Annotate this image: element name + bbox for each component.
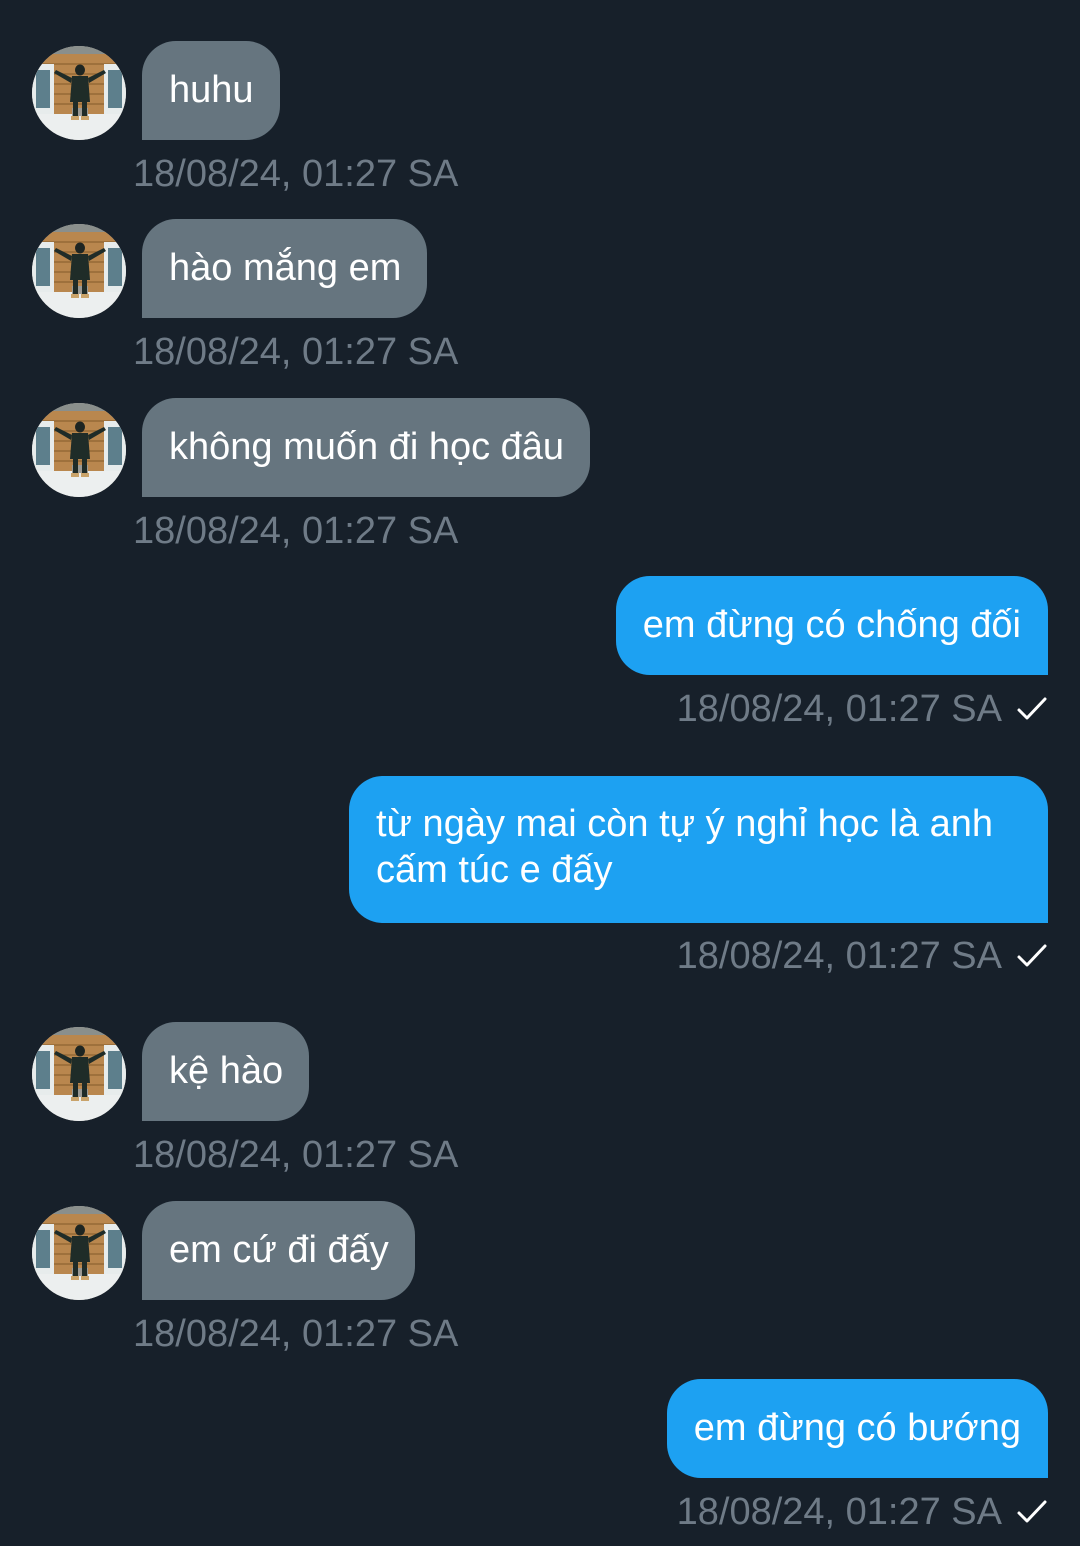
message-text: huhu	[169, 69, 254, 111]
contact-avatar[interactable]	[32, 224, 126, 318]
message-text: hào mắng em	[169, 247, 402, 289]
message-timestamp: 18/08/24, 01:27 SA	[677, 686, 1048, 732]
message-timestamp: 18/08/24, 01:27 SA	[133, 510, 459, 552]
message-text: em đừng có chống đối	[642, 604, 1021, 646]
contact-avatar[interactable]	[32, 1206, 126, 1300]
check-icon	[1016, 943, 1048, 969]
message-timestamp: 18/08/24, 01:27 SA	[133, 1134, 459, 1176]
avatar-image	[32, 224, 126, 318]
message-text: em cứ đi đấy	[169, 1229, 389, 1271]
incoming-message-bubble[interactable]: em cứ đi đấy	[142, 1201, 415, 1300]
contact-avatar[interactable]	[32, 403, 126, 497]
message-timestamp: 18/08/24, 01:27 SA	[133, 153, 459, 195]
avatar-image	[32, 1027, 126, 1121]
incoming-message-bubble[interactable]: huhu	[142, 41, 280, 140]
outgoing-message-bubble[interactable]: từ ngày mai còn tự ý nghỉ học là anh cấm…	[349, 776, 1048, 923]
incoming-message-bubble[interactable]: kệ hào	[142, 1022, 310, 1121]
contact-avatar[interactable]	[32, 1027, 126, 1121]
message-timestamp: 18/08/24, 01:27 SA	[677, 1489, 1048, 1535]
incoming-message-bubble[interactable]: không muốn đi học đâu	[142, 398, 591, 497]
message-text: em đừng có bướng	[693, 1407, 1021, 1449]
message-text: kệ hào	[169, 1050, 284, 1092]
message-timestamp: 18/08/24, 01:27 SA	[133, 1313, 459, 1355]
message-timestamp: 18/08/24, 01:27 SA	[677, 933, 1048, 979]
incoming-message-bubble[interactable]: hào mắng em	[142, 219, 428, 318]
message-timestamp: 18/08/24, 01:27 SA	[133, 331, 459, 373]
avatar-image	[32, 46, 126, 140]
outgoing-message-bubble[interactable]: em đừng có bướng	[666, 1379, 1048, 1478]
message-text: từ ngày mai còn tự ý nghỉ học là anh cấm…	[376, 803, 993, 891]
check-icon	[1016, 1499, 1048, 1525]
avatar-image	[32, 403, 126, 497]
outgoing-message-bubble[interactable]: em đừng có chống đối	[615, 576, 1048, 675]
contact-avatar[interactable]	[32, 46, 126, 140]
avatar-image	[32, 1206, 126, 1300]
check-icon	[1016, 696, 1048, 722]
message-text: không muốn đi học đâu	[169, 426, 565, 468]
